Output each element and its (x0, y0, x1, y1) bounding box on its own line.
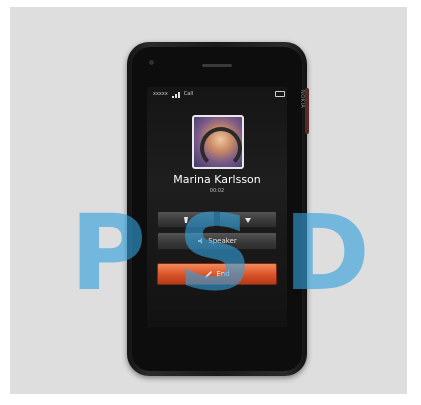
status-bar: xxxxx Call (147, 87, 287, 101)
end-call-button[interactable]: End (157, 263, 277, 285)
phone-end-icon (205, 270, 213, 278)
signal-icon (171, 91, 180, 98)
operator-name: xxxxx (153, 91, 168, 97)
side-key[interactable] (305, 88, 309, 134)
image-frame: NOKIA xxxxx Call Marina Karlsson 00:02 S… (10, 7, 407, 394)
battery-icon (275, 91, 285, 97)
end-call-label: End (216, 270, 230, 278)
hold-button[interactable] (219, 211, 277, 228)
speaker-icon (198, 238, 203, 244)
hold-icon (245, 217, 251, 223)
speaker-label: Speaker (208, 237, 237, 245)
phone-screen: xxxxx Call Marina Karlsson 00:02 Speaker… (147, 87, 287, 327)
headphone-graphic (200, 127, 242, 167)
earpiece (202, 64, 232, 67)
front-camera-icon (149, 60, 154, 65)
speaker-button[interactable]: Speaker (157, 232, 277, 250)
mute-icon (184, 216, 188, 223)
caller-avatar (192, 115, 244, 169)
mute-button[interactable] (157, 211, 215, 228)
caller-name: Marina Karlsson (173, 173, 261, 186)
device-brand-label: NOKIA (299, 90, 305, 109)
network-label: Call (183, 91, 194, 97)
phone-device: NOKIA xxxxx Call Marina Karlsson 00:02 S… (127, 42, 309, 376)
call-timer: 00:02 (209, 188, 225, 194)
